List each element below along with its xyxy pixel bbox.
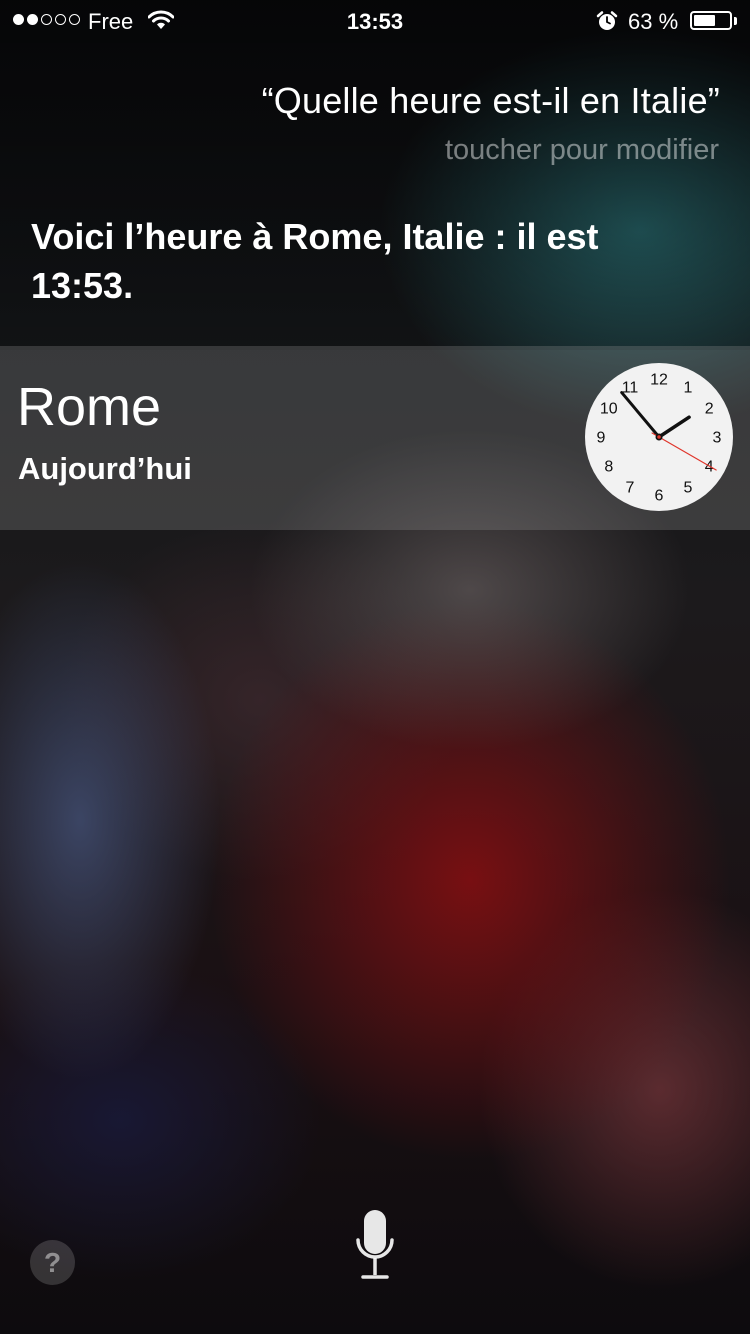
clock-numeral: 4 <box>705 459 714 476</box>
siri-answer-text: Voici l’heure à Rome, Italie : il est 13… <box>31 216 599 306</box>
battery-level-fill <box>694 15 715 26</box>
clock-numeral: 1 <box>684 379 693 396</box>
help-button[interactable]: ? <box>30 1240 75 1285</box>
battery-tip <box>734 17 737 25</box>
battery-percentage: 63 % <box>628 9 679 34</box>
siri-screen: Free 13:53 63 % “Quelle heure est-il en … <box>0 0 750 1334</box>
battery-icon <box>690 11 732 30</box>
clock-numeral: 9 <box>597 430 606 447</box>
day-label: Aujourd’hui <box>18 451 192 486</box>
clock-numeral: 7 <box>626 480 635 497</box>
siri-query-text[interactable]: “Quelle heure est-il en Italie” <box>262 80 720 122</box>
clock-numeral: 2 <box>705 401 714 418</box>
city-name: Rome <box>17 377 162 437</box>
status-bar: Free 13:53 63 % <box>0 0 750 40</box>
clock-center-pin-red <box>657 435 661 439</box>
clock-numeral: 8 <box>604 459 613 476</box>
clock-numeral: 5 <box>684 480 693 497</box>
alarm-clock-icon <box>596 10 618 38</box>
clock-numeral: 6 <box>655 488 664 505</box>
world-clock-card[interactable]: Rome Aujourd’hui 12 1 2 3 4 5 6 7 8 9 10 11 <box>0 346 750 530</box>
clock-numeral: 3 <box>713 430 722 447</box>
analog-clock-icon: 12 1234567891011 <box>585 363 733 511</box>
tap-to-edit-hint[interactable]: toucher pour modifier <box>445 134 719 167</box>
clock-numeral: 12 <box>650 372 668 389</box>
clock-numeral: 10 <box>600 401 618 418</box>
microphone-icon[interactable] <box>354 1208 396 1287</box>
